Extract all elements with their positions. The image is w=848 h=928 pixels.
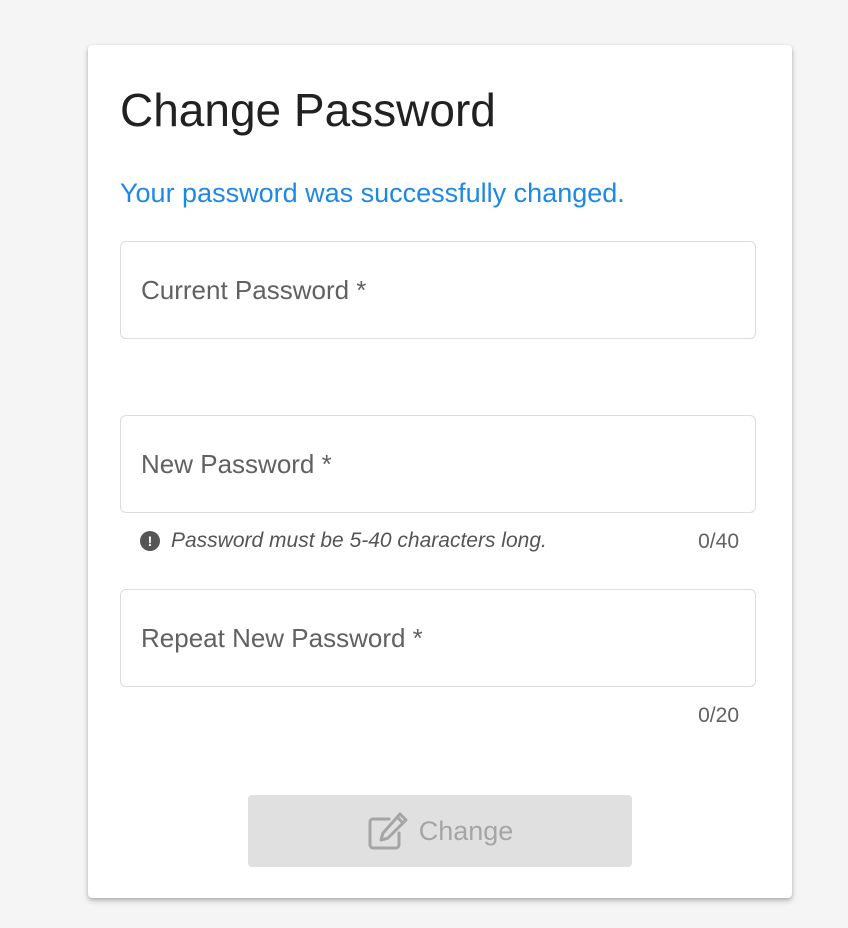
- repeat-password-input[interactable]: [121, 590, 759, 688]
- new-password-counter: 0/40: [698, 530, 739, 553]
- current-password-input[interactable]: [121, 242, 759, 340]
- new-password-hint: ! Password must be 5-40 characters long.: [140, 529, 547, 553]
- new-password-hint-text: Password must be 5-40 characters long.: [171, 529, 547, 552]
- current-password-field[interactable]: Current Password *: [120, 241, 759, 340]
- change-password-card: Change Password Your password was succes…: [88, 45, 792, 898]
- change-button-label: Change: [418, 815, 514, 846]
- change-button[interactable]: Change: [248, 795, 632, 867]
- page-title: Change Password: [120, 84, 496, 136]
- repeat-password-field[interactable]: Repeat New Password *: [120, 589, 759, 688]
- new-password-input[interactable]: [121, 416, 759, 514]
- info-icon: !: [140, 531, 160, 551]
- success-message: Your password was successfully changed.: [120, 178, 625, 208]
- edit-icon: [367, 811, 411, 851]
- new-password-field[interactable]: New Password *: [120, 415, 759, 514]
- repeat-password-counter: 0/20: [698, 704, 739, 727]
